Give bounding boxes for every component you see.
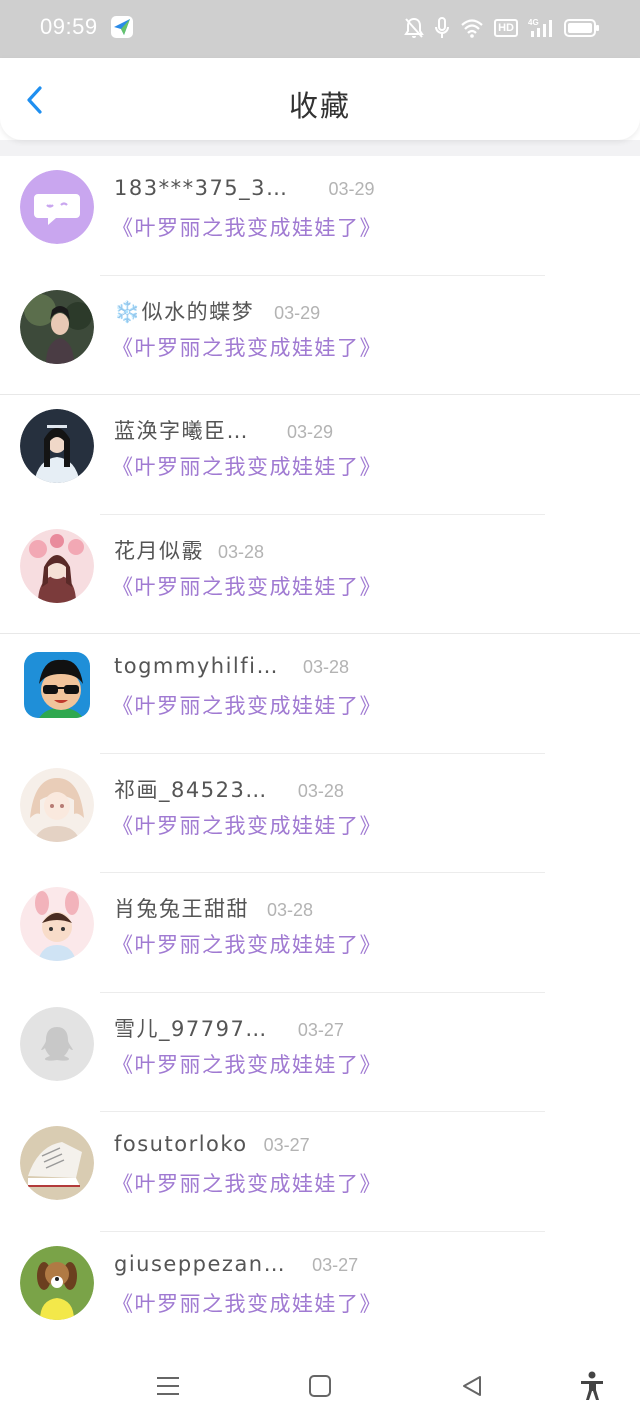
name-line: 183***375_3… 03-29 [114,176,375,200]
list-item[interactable]: 雪儿_97797… 03-27 《叶罗丽之我变成娃娃了》 [0,992,640,1112]
user-name: fosutorloko [114,1132,248,1156]
date: 03-28 [267,900,314,920]
app-notification-icon [110,15,134,39]
accessibility-icon[interactable] [572,1368,612,1404]
novel-title-link[interactable]: 《叶罗丽之我变成娃娃了》 [112,451,382,481]
system-navigation-bar [0,1350,640,1422]
novel-title-link[interactable]: 《叶罗丽之我变成娃娃了》 [112,332,382,362]
menu-icon[interactable] [148,1368,188,1404]
date: 03-27 [297,1019,344,1040]
name-line: giuseppezan… 03-27 [114,1252,358,1276]
list-item[interactable]: 蓝涣字曦臣… 03-29 《叶罗丽之我变成娃娃了》 [0,395,640,515]
list-item[interactable]: 祁画_84523… 03-28 《叶罗丽之我变成娃娃了》 [0,753,640,873]
default-avatar[interactable] [20,1006,94,1081]
home-icon[interactable] [300,1368,340,1404]
date: 03-29 [287,422,334,442]
photo-avatar[interactable] [20,767,94,842]
chat-bubble-avatar[interactable] [20,170,94,244]
date: 03-27 [312,1254,359,1275]
novel-title-link[interactable]: 《叶罗丽之我变成娃娃了》 [112,212,382,242]
novel-title-link[interactable]: 《叶罗丽之我变成娃娃了》 [112,810,382,840]
user-name: giuseppezan… [114,1251,287,1276]
date: 03-27 [263,1135,310,1155]
photo-avatar[interactable] [20,289,94,364]
name-line: 雪儿_97797… 03-27 [114,1013,344,1043]
cartoon-avatar[interactable] [24,652,90,718]
page-title: 收藏 [288,89,351,123]
date: 03-29 [328,179,375,199]
photo-avatar[interactable] [20,887,94,961]
user-name: 183***375_3… [114,176,289,200]
photo-avatar[interactable] [20,1245,94,1320]
favorites-list: 183***375_3… 03-29 《叶罗丽之我变成娃娃了》 ❄️似水的蝶梦 … [0,156,640,1351]
photo-avatar[interactable] [20,1126,94,1200]
signal-icon: 4G [528,17,554,39]
name-line: fosutorloko 03-27 [114,1132,310,1156]
mute-icon [404,17,424,39]
user-name: 雪儿_97797… [114,1016,268,1041]
battery-icon [564,18,600,38]
list-item[interactable]: ❄️似水的蝶梦 03-29 《叶罗丽之我变成娃娃了》 [0,275,640,395]
name-line: 花月似霰 03-28 [114,535,264,565]
novel-title-link[interactable]: 《叶罗丽之我变成娃娃了》 [112,1288,382,1318]
photo-avatar[interactable] [20,409,94,483]
date: 03-28 [218,541,265,562]
list-item[interactable]: giuseppezan… 03-27 《叶罗丽之我变成娃娃了》 [0,1231,640,1351]
status-time: 09:59 [40,14,98,39]
hd-icon: HD [494,19,518,37]
date: 03-29 [274,302,321,323]
list-item[interactable]: togmmyhilfi… 03-28 《叶罗丽之我变成娃娃了》 [0,634,640,754]
header: 收藏 [0,58,640,140]
photo-avatar[interactable] [20,528,94,603]
user-name: 花月似霰 [114,538,204,563]
list-item[interactable]: 花月似霰 03-28 《叶罗丽之我变成娃娃了》 [0,514,640,634]
novel-title-link[interactable]: 《叶罗丽之我变成娃娃了》 [112,929,382,959]
name-line: ❄️似水的蝶梦 03-29 [114,296,320,326]
name-line: 蓝涣字曦臣… 03-29 [114,415,333,445]
svg-text:4G: 4G [528,18,539,27]
status-icons: HD 4G [404,14,600,42]
novel-title-link[interactable]: 《叶罗丽之我变成娃娃了》 [112,1049,382,1079]
name-line: togmmyhilfi… 03-28 [114,654,349,678]
wifi-icon [460,18,484,38]
list-item[interactable]: 肖兔兔王甜甜 03-28 《叶罗丽之我变成娃娃了》 [0,873,640,993]
user-name: ❄️似水的蝶梦 [114,299,255,324]
name-line: 肖兔兔王甜甜 03-28 [114,893,313,923]
back-icon[interactable] [452,1368,492,1404]
user-name: togmmyhilfi… [114,654,279,678]
list-item[interactable]: fosutorloko 03-27 《叶罗丽之我变成娃娃了》 [0,1112,640,1232]
user-name: 祁画_84523… [114,777,268,802]
user-name: 肖兔兔王甜甜 [114,897,249,921]
microphone-icon [434,17,450,39]
list-item[interactable]: 183***375_3… 03-29 《叶罗丽之我变成娃娃了》 [0,156,640,276]
user-name: 蓝涣字曦臣… [114,419,249,443]
novel-title-link[interactable]: 《叶罗丽之我变成娃娃了》 [112,690,382,720]
header-gap [0,140,640,156]
status-bar: 09:59 HD 4G [0,0,640,58]
name-line: 祁画_84523… 03-28 [114,774,344,804]
novel-title-link[interactable]: 《叶罗丽之我变成娃娃了》 [112,571,382,601]
novel-title-link[interactable]: 《叶罗丽之我变成娃娃了》 [112,1168,382,1198]
date: 03-28 [302,657,350,677]
date: 03-28 [297,780,344,801]
